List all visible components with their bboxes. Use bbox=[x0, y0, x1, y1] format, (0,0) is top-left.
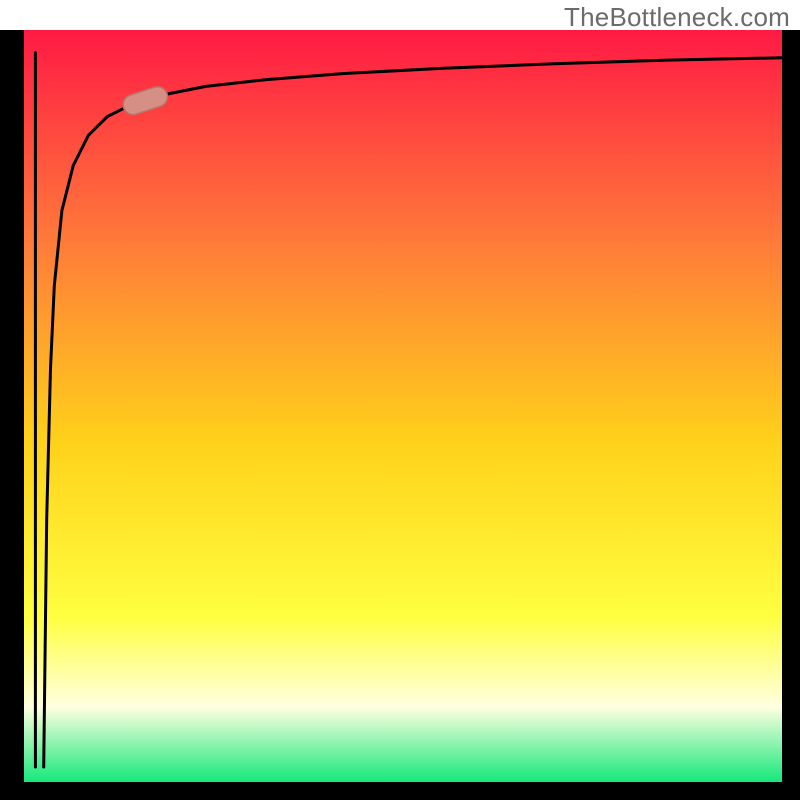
frame-bottom bbox=[0, 782, 800, 800]
watermark-label: TheBottleneck.com bbox=[564, 2, 790, 33]
chart-svg bbox=[0, 0, 800, 800]
plot-area bbox=[0, 30, 800, 800]
chart-container: TheBottleneck.com bbox=[0, 0, 800, 800]
gradient-background bbox=[24, 30, 782, 782]
frame-left bbox=[0, 30, 24, 800]
frame-right bbox=[782, 30, 800, 800]
